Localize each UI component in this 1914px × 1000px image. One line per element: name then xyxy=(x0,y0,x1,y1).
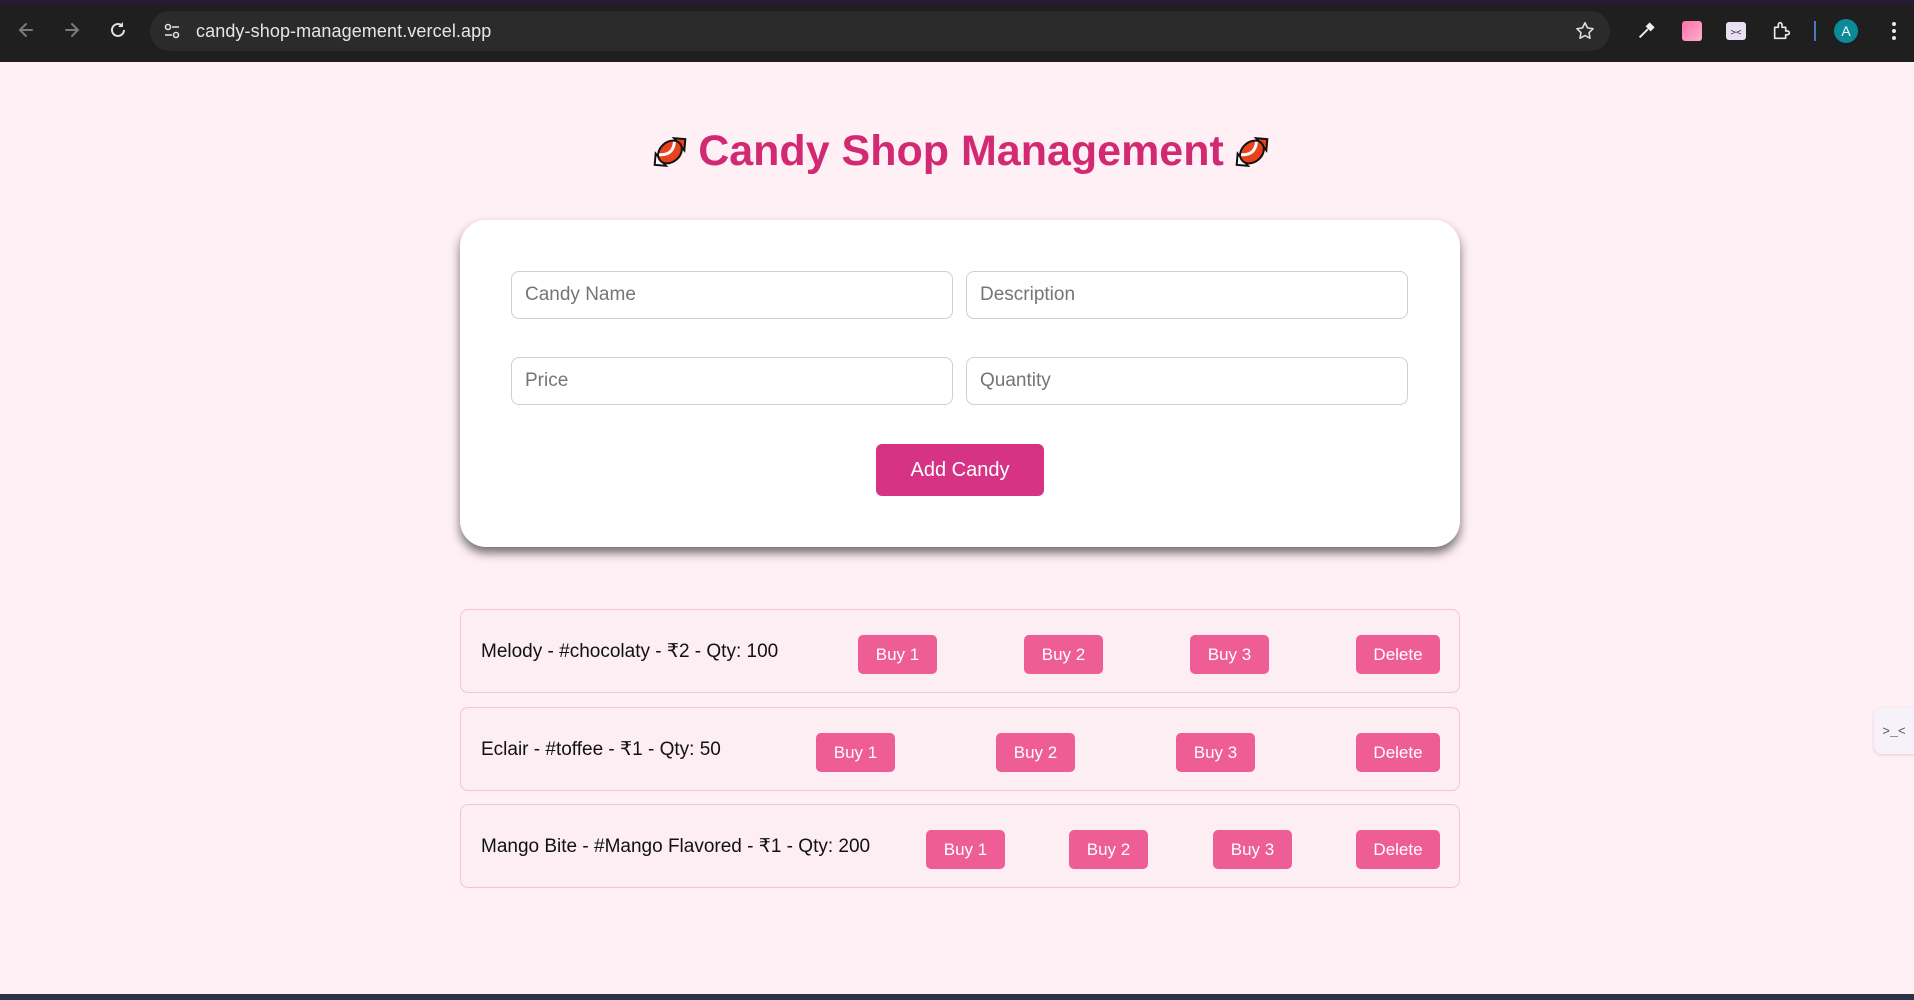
buy-2-button[interactable]: Buy 2 xyxy=(1024,635,1103,674)
buy-1-button[interactable]: Buy 1 xyxy=(858,635,937,674)
candy-list-item: Eclair - #toffee - ₹1 - Qty: 50 Buy 1 Bu… xyxy=(460,707,1460,791)
candy-list-item: Melody - #chocolaty - ₹2 - Qty: 100 Buy … xyxy=(460,609,1460,693)
quantity-input[interactable] xyxy=(966,357,1408,405)
buy-1-button[interactable]: Buy 1 xyxy=(816,733,895,772)
svg-text:><: >< xyxy=(1731,28,1742,38)
buy-2-button[interactable]: Buy 2 xyxy=(1069,830,1148,869)
buy-1-button[interactable]: Buy 1 xyxy=(926,830,1005,869)
delete-button[interactable]: Delete xyxy=(1356,635,1440,674)
buy-2-button[interactable]: Buy 2 xyxy=(996,733,1075,772)
candy-list-item: Mango Bite - #Mango Flavored - ₹1 - Qty:… xyxy=(460,804,1460,888)
candy-details: Mango Bite - #Mango Flavored - ₹1 - Qty:… xyxy=(481,836,871,857)
side-panel-widget[interactable]: >_< xyxy=(1874,708,1914,754)
menu-kebab-icon[interactable] xyxy=(1880,17,1908,45)
extensions-puzzle-icon[interactable] xyxy=(1768,17,1796,45)
candy-details: Eclair - #toffee - ₹1 - Qty: 50 xyxy=(481,739,721,760)
toolbar-divider xyxy=(1814,21,1816,41)
address-bar[interactable]: candy-shop-management.vercel.app xyxy=(150,11,1610,51)
face-extension-icon[interactable]: >< xyxy=(1722,17,1750,45)
page-title-row: Candy Shop Management xyxy=(0,127,1914,176)
candy-icon xyxy=(1228,128,1276,176)
candy-details: Melody - #chocolaty - ₹2 - Qty: 100 xyxy=(481,641,779,662)
color-extension-icon[interactable] xyxy=(1678,17,1706,45)
buy-3-button[interactable]: Buy 3 xyxy=(1176,733,1255,772)
buy-3-button[interactable]: Buy 3 xyxy=(1190,635,1269,674)
site-settings-icon[interactable] xyxy=(162,21,182,46)
candy-name-input[interactable] xyxy=(511,271,953,319)
profile-avatar[interactable]: A xyxy=(1834,19,1858,43)
buy-3-button[interactable]: Buy 3 xyxy=(1213,830,1292,869)
url-text[interactable]: candy-shop-management.vercel.app xyxy=(196,21,491,42)
forward-arrow-icon[interactable] xyxy=(56,14,88,46)
bookmark-star-icon[interactable] xyxy=(1574,20,1596,47)
taskbar-strip xyxy=(0,994,1914,1000)
delete-button[interactable]: Delete xyxy=(1356,733,1440,772)
page-title: Candy Shop Management xyxy=(698,127,1224,175)
add-candy-form: Add Candy xyxy=(460,220,1460,547)
window-top-strip xyxy=(0,0,1914,3)
price-input[interactable] xyxy=(511,357,953,405)
reload-icon[interactable] xyxy=(102,14,134,46)
description-input[interactable] xyxy=(966,271,1408,319)
back-arrow-icon[interactable] xyxy=(10,14,42,46)
add-candy-button[interactable]: Add Candy xyxy=(876,444,1044,496)
candy-icon xyxy=(646,128,694,176)
delete-button[interactable]: Delete xyxy=(1356,830,1440,869)
eyedropper-icon[interactable] xyxy=(1632,17,1660,45)
browser-toolbar: candy-shop-management.vercel.app >< A xyxy=(0,0,1914,62)
